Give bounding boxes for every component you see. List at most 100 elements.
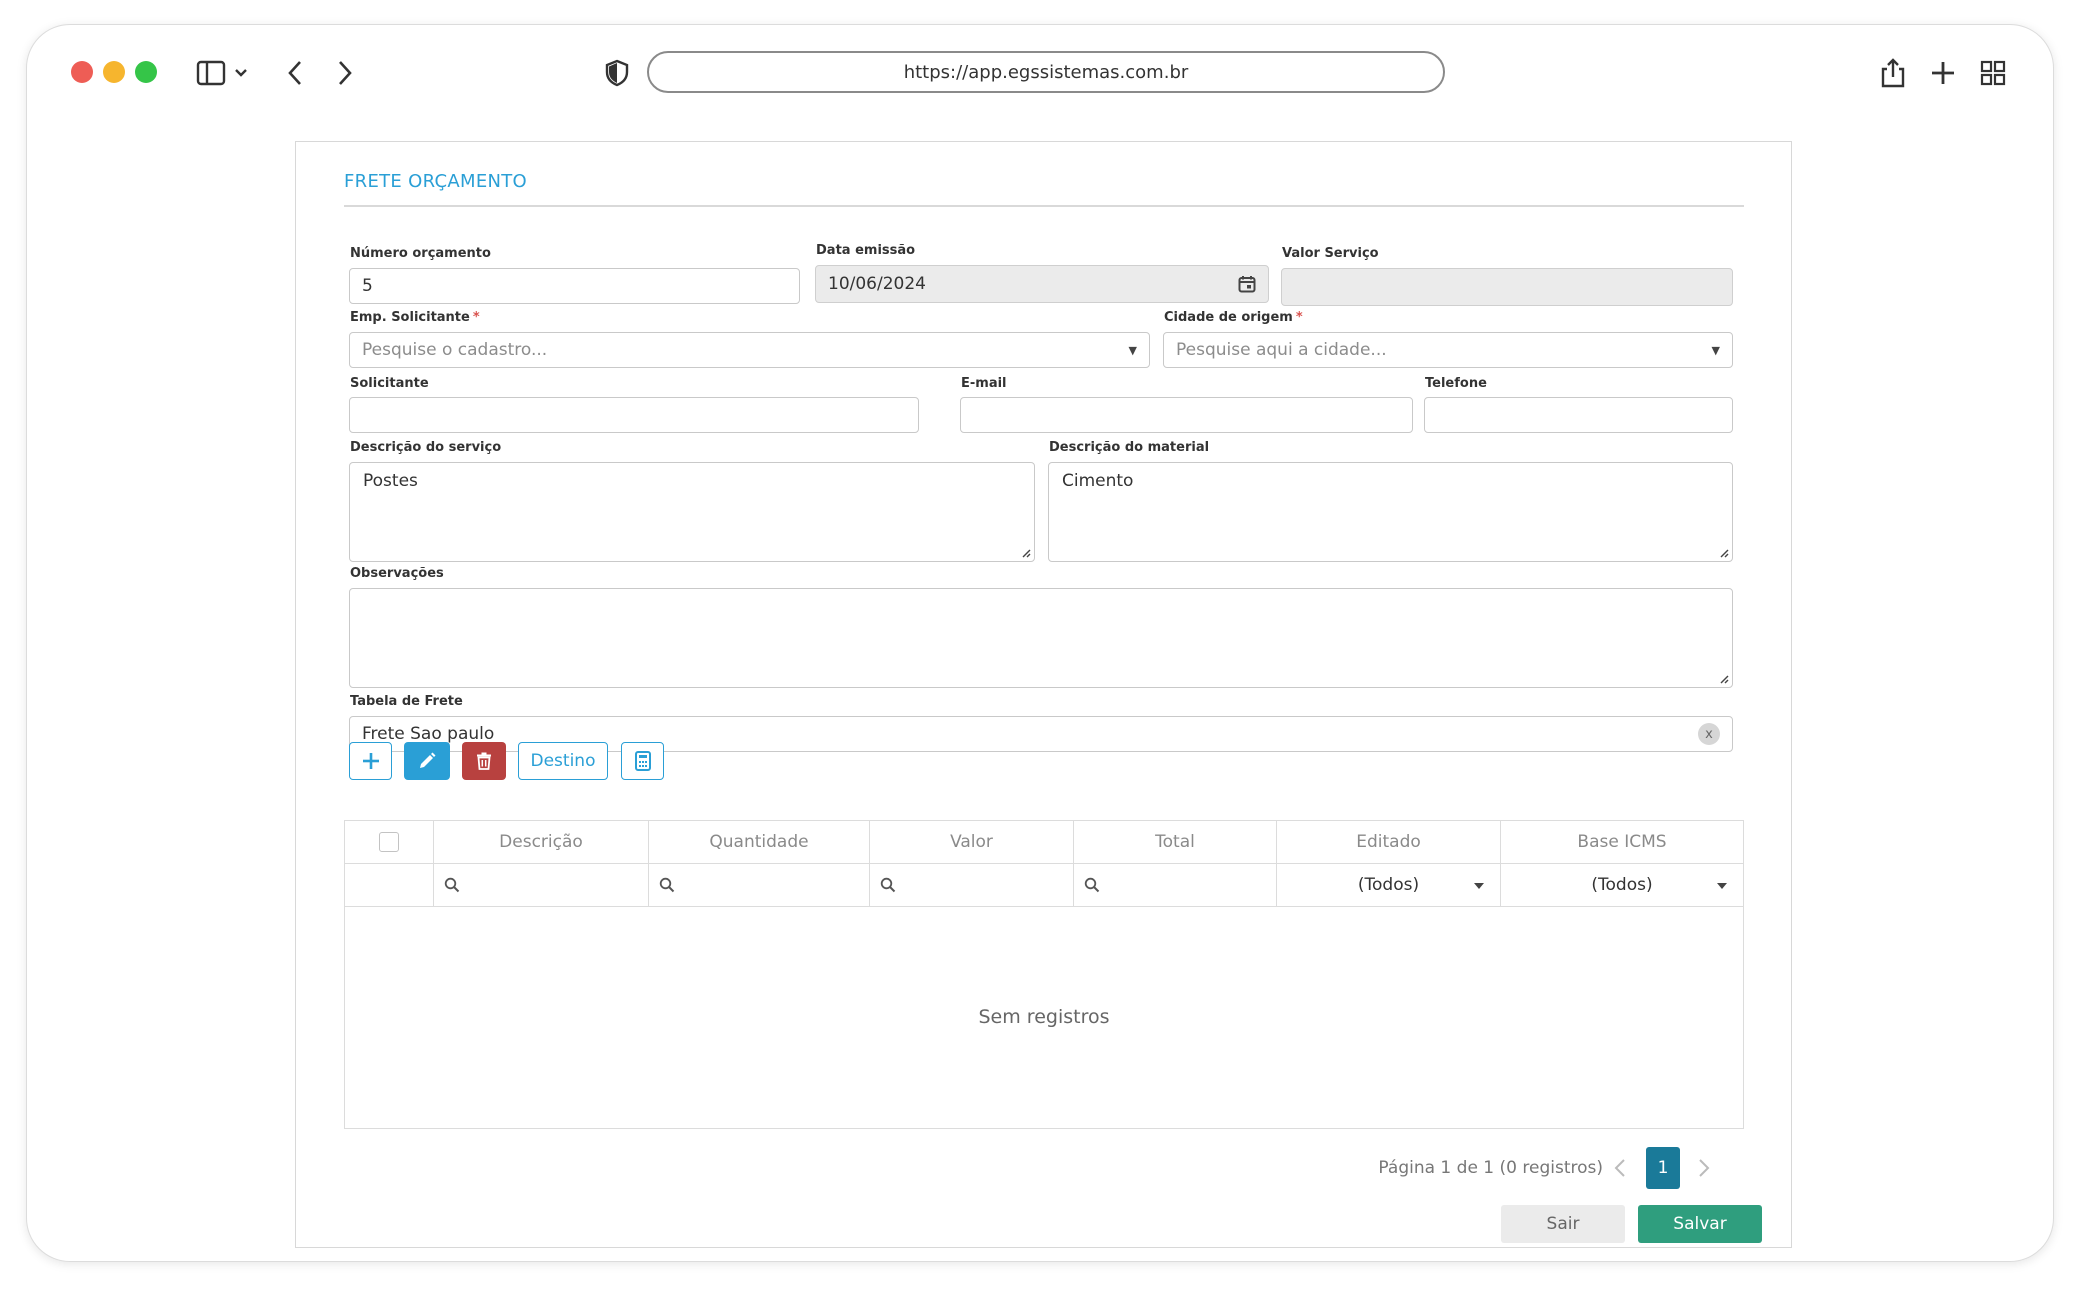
telefone-input[interactable] xyxy=(1424,397,1733,433)
add-button[interactable] xyxy=(349,742,392,780)
required-marker: * xyxy=(472,310,480,325)
pager-page-1[interactable]: 1 xyxy=(1646,1147,1680,1189)
chevron-left-icon xyxy=(1614,1159,1625,1177)
privacy-shield-button[interactable] xyxy=(601,53,633,93)
filter-quantidade[interactable] xyxy=(649,864,870,906)
pager-prev-button[interactable] xyxy=(1608,1147,1632,1189)
pager-info: Página 1 de 1 (0 registros) xyxy=(1378,1158,1603,1178)
column-header-quantidade[interactable]: Quantidade xyxy=(649,821,870,863)
column-header-editado[interactable]: Editado xyxy=(1277,821,1501,863)
chevron-down-icon xyxy=(1474,883,1484,889)
telefone-label: Telefone xyxy=(1425,376,1487,391)
browser-toolbar: https://app.egssistemas.com.br xyxy=(27,25,2053,125)
observacoes-label: Observações xyxy=(350,566,444,581)
emp-solicitante-select[interactable]: Pesquise o cadastro... ▼ xyxy=(349,332,1150,368)
chevron-down-icon: ▼ xyxy=(1711,343,1720,357)
select-all-checkbox-cell[interactable] xyxy=(345,821,434,863)
clear-icon: x xyxy=(1698,723,1720,745)
chevron-down-icon: ▼ xyxy=(1128,343,1137,357)
resize-grip-icon[interactable] xyxy=(1719,548,1729,558)
column-header-descricao[interactable]: Descrição xyxy=(434,821,649,863)
cidade-origem-select[interactable]: Pesquise aqui a cidade... ▼ xyxy=(1163,332,1733,368)
filter-editado-select[interactable]: (Todos) xyxy=(1277,864,1501,906)
calculator-icon xyxy=(634,751,651,771)
calculator-button[interactable] xyxy=(621,742,664,780)
plus-icon xyxy=(1932,62,1954,84)
observacoes-textarea[interactable] xyxy=(349,588,1733,688)
valor-servico-input xyxy=(1281,268,1733,306)
cidade-origem-placeholder: Pesquise aqui a cidade... xyxy=(1176,340,1387,360)
filter-descricao[interactable] xyxy=(434,864,649,906)
cidade-origem-label: Cidade de origem * xyxy=(1164,310,1303,325)
emp-solicitante-label: Emp. Solicitante * xyxy=(350,310,480,325)
minimize-window-button[interactable] xyxy=(103,61,125,83)
forward-button[interactable] xyxy=(329,53,361,93)
grid-filter-row: (Todos) (Todos) xyxy=(345,864,1743,907)
column-header-valor[interactable]: Valor xyxy=(870,821,1074,863)
form-title: FRETE ORÇAMENTO xyxy=(344,171,528,192)
calendar-icon xyxy=(1238,276,1256,293)
select-all-checkbox[interactable] xyxy=(379,832,399,852)
trash-icon xyxy=(477,752,491,770)
valor-servico-label: Valor Serviço xyxy=(1282,246,1379,261)
clear-selection-button[interactable]: x xyxy=(1698,717,1720,751)
filter-empty-cell xyxy=(345,864,434,906)
chevron-right-icon xyxy=(339,61,352,85)
close-window-button[interactable] xyxy=(71,61,93,83)
numero-orcamento-input[interactable]: 5 xyxy=(349,268,800,304)
filter-total[interactable] xyxy=(1074,864,1277,906)
required-marker: * xyxy=(1295,310,1303,325)
search-icon xyxy=(444,877,460,893)
shield-icon xyxy=(605,59,629,87)
address-bar[interactable]: https://app.egssistemas.com.br xyxy=(647,51,1445,93)
delete-button[interactable] xyxy=(462,742,506,780)
url-text: https://app.egssistemas.com.br xyxy=(903,61,1189,83)
column-header-base-icms[interactable]: Base ICMS xyxy=(1501,821,1743,863)
email-input[interactable] xyxy=(960,397,1413,433)
descricao-servico-value: Postes xyxy=(363,471,418,491)
numero-orcamento-value: 5 xyxy=(362,276,373,296)
descricao-material-value: Cimento xyxy=(1062,471,1134,491)
email-label: E-mail xyxy=(961,376,1007,391)
data-emissao-label: Data emissão xyxy=(816,243,916,258)
sidebar-toggle-button[interactable] xyxy=(191,53,255,93)
resize-grip-icon[interactable] xyxy=(1021,548,1031,558)
solicitante-input[interactable] xyxy=(349,397,919,433)
filter-base-icms-select[interactable]: (Todos) xyxy=(1501,864,1743,906)
title-divider xyxy=(344,205,1744,207)
salvar-button[interactable]: Salvar xyxy=(1638,1205,1762,1243)
maximize-window-button[interactable] xyxy=(135,61,157,83)
grid-header-row: Descrição Quantidade Valor Total Editado… xyxy=(345,821,1743,864)
tab-overview-button[interactable] xyxy=(1977,53,2009,93)
descricao-servico-textarea[interactable]: Postes xyxy=(349,462,1035,562)
numero-orcamento-label: Número orçamento xyxy=(350,246,491,261)
grid-icon xyxy=(1980,60,2006,86)
column-header-total[interactable]: Total xyxy=(1074,821,1277,863)
pager-next-button[interactable] xyxy=(1692,1147,1716,1189)
tabela-frete-value: Frete Sao paulo xyxy=(362,724,495,744)
search-icon xyxy=(1084,877,1100,893)
calendar-button[interactable] xyxy=(1238,266,1256,302)
tabela-frete-label: Tabela de Frete xyxy=(350,694,463,709)
edit-button[interactable] xyxy=(404,742,450,780)
descricao-material-textarea[interactable]: Cimento xyxy=(1048,462,1733,562)
filter-valor[interactable] xyxy=(870,864,1074,906)
chevron-right-icon xyxy=(1699,1159,1710,1177)
resize-grip-icon[interactable] xyxy=(1719,674,1729,684)
form-card: FRETE ORÇAMENTO Número orçamento 5 Data … xyxy=(295,141,1792,1248)
form-body: FRETE ORÇAMENTO Número orçamento 5 Data … xyxy=(344,142,1762,1247)
solicitante-label: Solicitante xyxy=(350,376,429,391)
data-emissao-input[interactable]: 10/06/2024 xyxy=(815,265,1269,303)
pencil-icon xyxy=(420,752,436,768)
descricao-servico-label: Descrição do serviço xyxy=(350,440,502,455)
back-button[interactable] xyxy=(279,53,311,93)
search-icon xyxy=(659,877,675,893)
new-tab-button[interactable] xyxy=(1927,53,1959,93)
filter-base-icms-value: (Todos) xyxy=(1591,875,1653,895)
chevron-left-icon xyxy=(288,61,301,85)
grid-empty-message: Sem registros xyxy=(978,1006,1110,1028)
items-grid: Descrição Quantidade Valor Total Editado… xyxy=(344,820,1744,1129)
sair-button[interactable]: Sair xyxy=(1501,1205,1625,1243)
destino-button[interactable]: Destino xyxy=(518,742,608,780)
share-button[interactable] xyxy=(1877,53,1909,93)
